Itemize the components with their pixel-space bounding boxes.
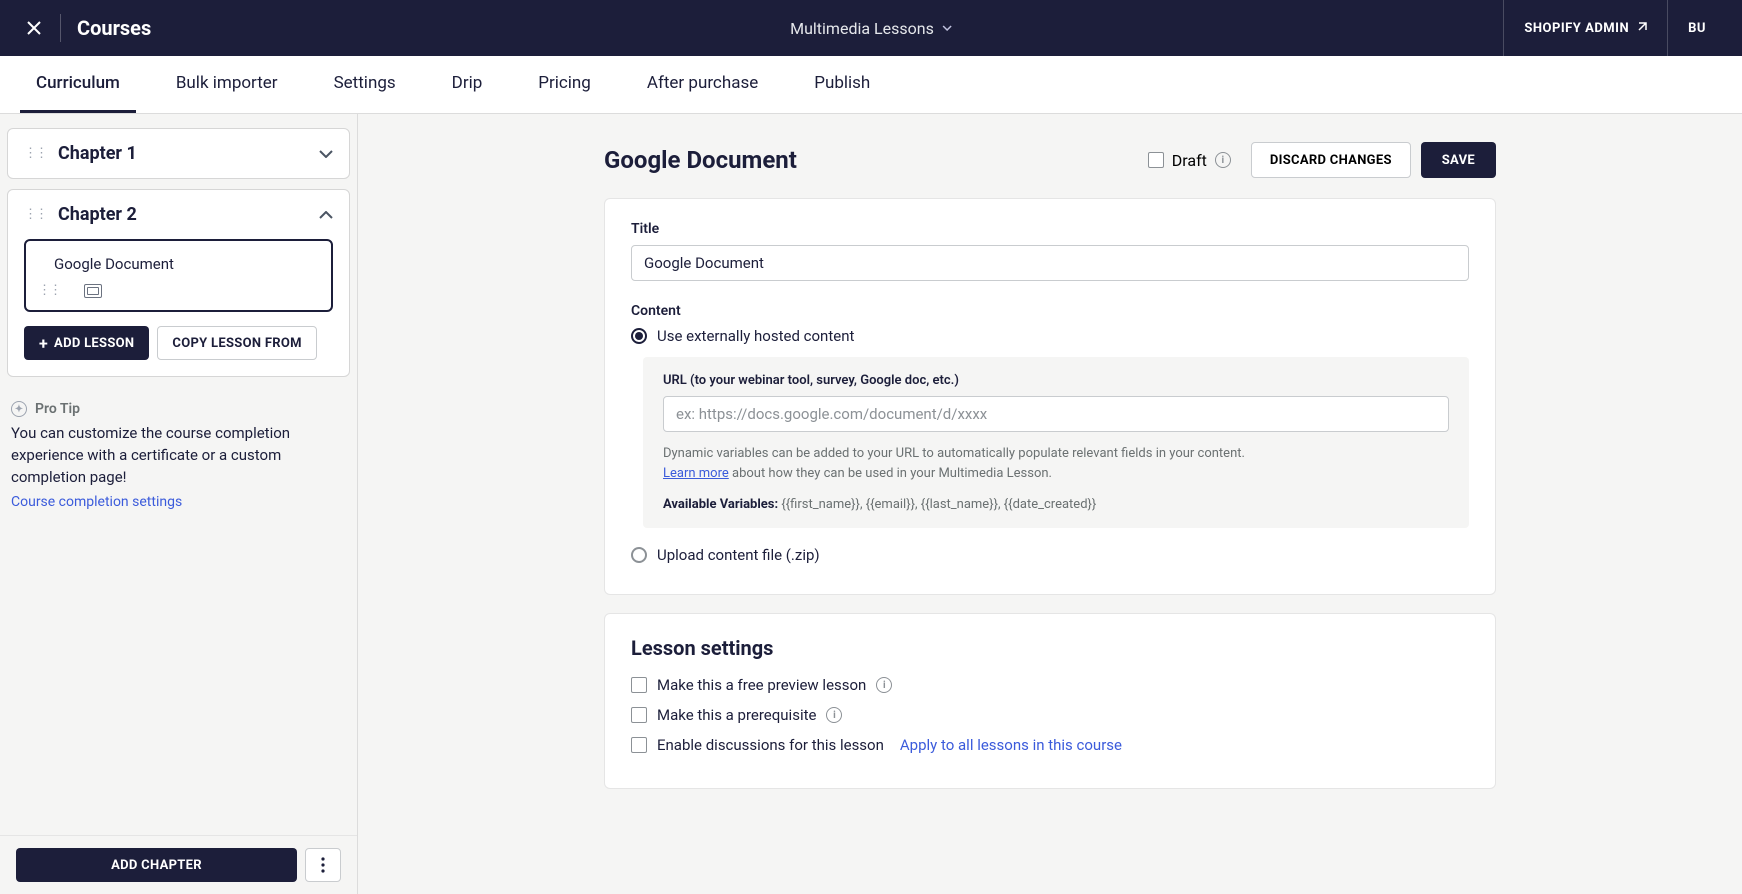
pro-tip-text: You can customize the course completion … <box>11 423 346 488</box>
topbar-right-extra[interactable]: BU <box>1667 0 1726 56</box>
pro-tip-label: Pro Tip <box>35 401 80 417</box>
add-chapter-button[interactable]: ADD CHAPTER <box>16 848 297 882</box>
available-variables: Available Variables: {{first_name}}, {{e… <box>663 497 1449 512</box>
prerequisite-row[interactable]: Make this a prerequisite i <box>631 706 1469 724</box>
tab-settings[interactable]: Settings <box>318 56 412 113</box>
lesson-switcher[interactable]: Multimedia Lessons <box>790 19 952 38</box>
course-completion-link[interactable]: Course completion settings <box>11 494 182 510</box>
title-label: Title <box>631 221 1469 237</box>
chapter-2-header[interactable]: ⋮⋮ Chapter 2 <box>8 190 349 239</box>
multimedia-icon <box>84 284 102 298</box>
info-icon[interactable]: i <box>826 707 842 723</box>
pro-tip: ✦ Pro Tip You can customize the course c… <box>7 387 350 510</box>
info-icon[interactable]: i <box>876 677 892 693</box>
prerequisite-label: Make this a prerequisite <box>657 706 816 724</box>
external-link-icon <box>1635 22 1647 34</box>
tab-pricing[interactable]: Pricing <box>522 56 607 113</box>
app-title: Courses <box>77 16 151 40</box>
chevron-down-icon <box>319 150 333 158</box>
page-header: Google Document Draft i DISCARD CHANGES … <box>604 142 1496 178</box>
copy-lesson-button[interactable]: COPY LESSON FROM <box>157 326 316 360</box>
pro-tip-header: ✦ Pro Tip <box>11 401 346 417</box>
drag-handle-icon[interactable]: ⋮⋮ <box>38 283 60 298</box>
tab-curriculum[interactable]: Curriculum <box>20 56 136 113</box>
tab-after-purchase[interactable]: After purchase <box>631 56 774 113</box>
url-helper: Dynamic variables can be added to your U… <box>663 444 1449 483</box>
lesson-name: Multimedia Lessons <box>790 19 934 38</box>
sidebar-scroll[interactable]: ⋮⋮ Chapter 1 ⋮⋮ Chapter 2 Google Documen… <box>0 114 357 835</box>
lesson-actions: + ADD LESSON COPY LESSON FROM <box>24 326 333 360</box>
lesson-settings-card: Lesson settings Make this a free preview… <box>604 613 1496 789</box>
content-card: Title Content Use externally hosted cont… <box>604 198 1496 595</box>
drag-handle-icon[interactable]: ⋮⋮ <box>24 207 46 222</box>
chapter-1: ⋮⋮ Chapter 1 <box>7 128 350 179</box>
close-icon[interactable] <box>16 21 52 35</box>
draft-label: Draft <box>1172 151 1207 170</box>
learn-more-link[interactable]: Learn more <box>663 466 729 481</box>
lesson-item[interactable]: Google Document ⋮⋮ <box>24 239 333 312</box>
page-title: Google Document <box>604 146 1148 174</box>
save-button[interactable]: SAVE <box>1421 142 1496 178</box>
free-preview-label: Make this a free preview lesson <box>657 676 866 694</box>
plus-icon: + <box>39 334 48 353</box>
content-area: ⋮⋮ Chapter 1 ⋮⋮ Chapter 2 Google Documen… <box>0 114 1742 894</box>
chevron-up-icon <box>319 211 333 219</box>
url-label: URL (to your webinar tool, survey, Googl… <box>663 373 1449 388</box>
chapter-1-header[interactable]: ⋮⋮ Chapter 1 <box>8 129 349 178</box>
content-label: Content <box>631 303 1469 319</box>
radio-external-label: Use externally hosted content <box>657 327 854 345</box>
free-preview-row[interactable]: Make this a free preview lesson i <box>631 676 1469 694</box>
lesson-title: Google Document <box>54 255 319 273</box>
lesson-meta: ⋮⋮ <box>38 283 319 298</box>
url-input[interactable] <box>663 396 1449 432</box>
topbar: Courses Multimedia Lessons SHOPIFY ADMIN… <box>0 0 1742 56</box>
tab-drip[interactable]: Drip <box>436 56 499 113</box>
shopify-admin-link[interactable]: SHOPIFY ADMIN <box>1503 0 1667 56</box>
main-inner: Google Document Draft i DISCARD CHANGES … <box>580 142 1520 789</box>
chapter-2-title: Chapter 2 <box>58 204 319 225</box>
lesson-settings-heading: Lesson settings <box>631 636 1469 660</box>
divider <box>60 14 61 42</box>
title-input[interactable] <box>631 245 1469 281</box>
chapter-2-body: Google Document ⋮⋮ + ADD LESSON COPY LES… <box>8 239 349 376</box>
draft-checkbox[interactable] <box>1148 152 1164 168</box>
discussions-checkbox[interactable] <box>631 737 647 753</box>
info-icon[interactable]: i <box>1215 152 1231 168</box>
discard-button[interactable]: DISCARD CHANGES <box>1251 142 1411 178</box>
kebab-icon <box>321 857 325 873</box>
chapter-1-title: Chapter 1 <box>58 143 319 164</box>
discussions-row[interactable]: Enable discussions for this lesson Apply… <box>631 736 1469 754</box>
tab-publish[interactable]: Publish <box>798 56 886 113</box>
drag-handle-icon[interactable]: ⋮⋮ <box>24 146 46 161</box>
more-menu-button[interactable] <box>305 848 341 882</box>
radio-external[interactable]: Use externally hosted content <box>631 327 1469 345</box>
shopify-admin-label: SHOPIFY ADMIN <box>1524 21 1629 36</box>
radio-icon <box>631 547 647 563</box>
sidebar-footer: ADD CHAPTER <box>0 835 357 894</box>
lightbulb-icon: ✦ <box>11 401 27 417</box>
radio-icon <box>631 328 647 344</box>
caret-down-icon <box>942 25 952 31</box>
free-preview-checkbox[interactable] <box>631 677 647 693</box>
discussions-label: Enable discussions for this lesson <box>657 736 884 754</box>
tabs: Curriculum Bulk importer Settings Drip P… <box>0 56 1742 114</box>
topbar-right: SHOPIFY ADMIN BU <box>1503 0 1726 56</box>
main-panel[interactable]: Google Document Draft i DISCARD CHANGES … <box>358 114 1742 894</box>
chapter-2: ⋮⋮ Chapter 2 Google Document ⋮⋮ + <box>7 189 350 377</box>
prerequisite-checkbox[interactable] <box>631 707 647 723</box>
radio-upload[interactable]: Upload content file (.zip) <box>631 546 1469 564</box>
external-url-block: URL (to your webinar tool, survey, Googl… <box>643 357 1469 528</box>
tab-bulk-importer[interactable]: Bulk importer <box>160 56 294 113</box>
radio-upload-label: Upload content file (.zip) <box>657 546 820 564</box>
sidebar: ⋮⋮ Chapter 1 ⋮⋮ Chapter 2 Google Documen… <box>0 114 358 894</box>
apply-all-link[interactable]: Apply to all lessons in this course <box>900 736 1122 754</box>
draft-toggle[interactable]: Draft i <box>1148 151 1231 170</box>
add-lesson-button[interactable]: + ADD LESSON <box>24 326 149 360</box>
